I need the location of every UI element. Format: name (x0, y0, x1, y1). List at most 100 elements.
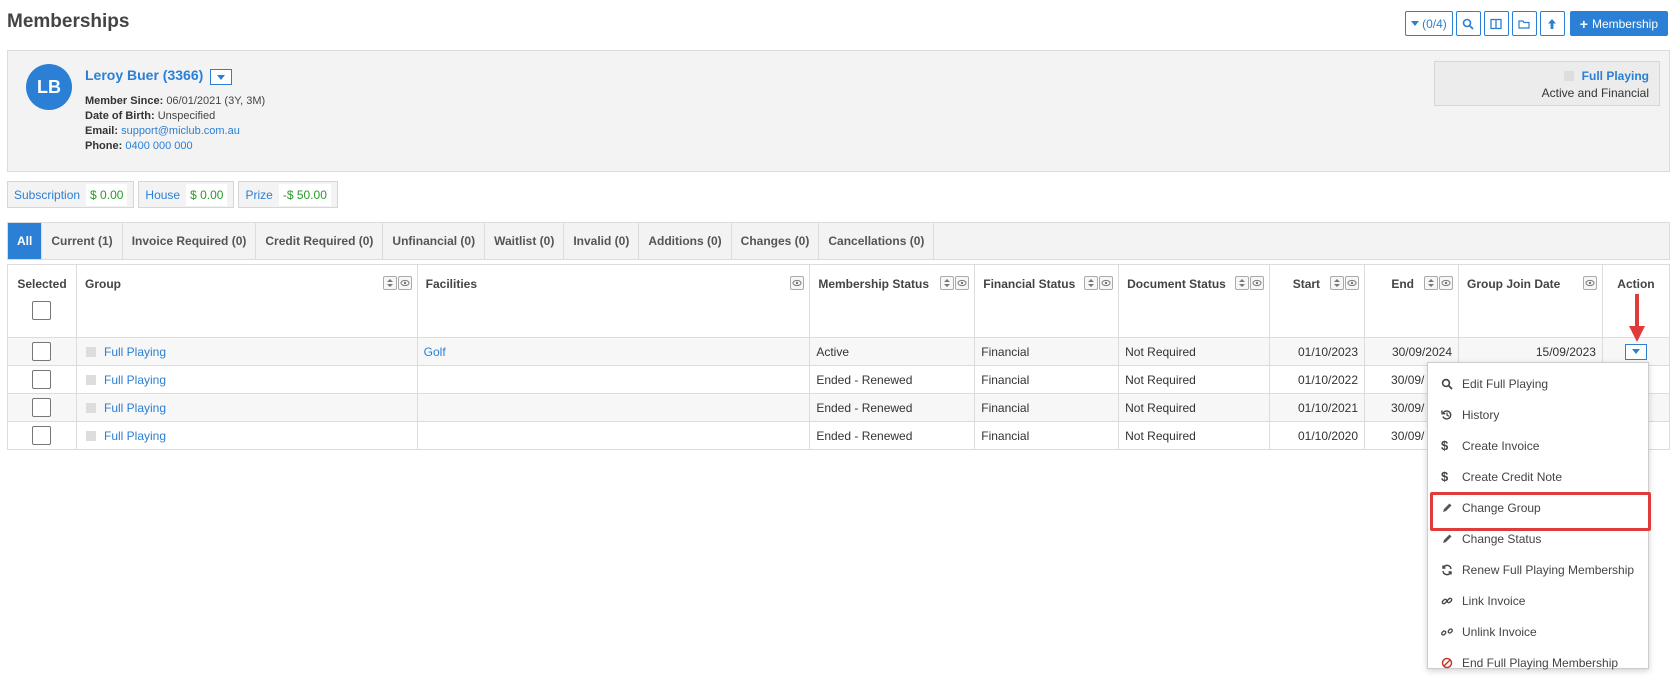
eye-icon[interactable] (1250, 276, 1265, 290)
sort-icon[interactable] (940, 276, 955, 290)
tab-credit-required[interactable]: Credit Required (0) (256, 223, 384, 259)
menu-item-unlink-invoice[interactable]: Unlink Invoice (1428, 616, 1648, 647)
group-link[interactable]: Full Playing (104, 345, 166, 359)
member-dropdown-button[interactable] (210, 69, 232, 85)
document-status-cell: Not Required (1118, 393, 1271, 422)
row-checkbox[interactable] (32, 426, 52, 445)
row-action-button[interactable] (1624, 343, 1647, 360)
tab-unfinancial[interactable]: Unfinancial (0) (383, 223, 486, 259)
document-status-cell: Not Required (1118, 337, 1271, 366)
col-membership-status[interactable]: Membership Status (809, 264, 976, 338)
arrow-up-icon (1548, 18, 1557, 29)
menu-item-label: Edit Full Playing (1462, 376, 1549, 391)
col-financial-status[interactable]: Financial Status (974, 264, 1120, 338)
financial-status-cell: Financial (974, 365, 1120, 394)
menu-item-end-membership[interactable]: End Full Playing Membership (1428, 647, 1648, 678)
add-membership-button[interactable]: + Membership (1569, 11, 1668, 36)
col-group-label: Group (84, 277, 121, 291)
tab-changes[interactable]: Changes (0) (732, 223, 820, 259)
menu-item-create-invoice[interactable]: $ Create Invoice (1428, 430, 1648, 461)
menu-item-label: Create Invoice (1462, 438, 1540, 453)
email-link[interactable]: support@miclub.com.au (121, 125, 240, 137)
menu-item-history[interactable]: History (1428, 399, 1648, 430)
start-cell: 01/10/2020 (1269, 421, 1366, 450)
menu-item-change-group[interactable]: Change Group (1428, 492, 1651, 531)
eye-icon[interactable] (1099, 276, 1114, 290)
columns-icon (1490, 18, 1502, 29)
col-group-join-date[interactable]: Group Join Date (1458, 264, 1603, 338)
plus-icon: + (1579, 15, 1588, 32)
tab-additions[interactable]: Additions (0) (639, 223, 732, 259)
financial-status-cell: Financial (974, 393, 1120, 422)
tab-all[interactable]: All (8, 223, 43, 259)
balance-subscription[interactable]: Subscription $ 0.00 (7, 181, 135, 208)
group-link[interactable]: Full Playing (104, 373, 166, 387)
dob-value: Unspecified (157, 110, 216, 122)
tab-cancellations[interactable]: Cancellations (0) (819, 223, 935, 259)
col-facilities[interactable]: Facilities (416, 264, 811, 338)
membership-status-cell: Ended - Renewed (809, 365, 976, 394)
sort-icon[interactable] (382, 276, 397, 290)
tab-current[interactable]: Current (1) (42, 223, 123, 259)
status-group-link[interactable]: Full Playing (1582, 69, 1649, 83)
sort-icon[interactable] (1084, 276, 1099, 290)
folder-button[interactable] (1511, 11, 1537, 36)
facility-cell (416, 365, 811, 394)
sort-icon[interactable] (1424, 276, 1438, 290)
membership-status-box: Full Playing Active and Financial (1434, 61, 1660, 106)
row-checkbox[interactable] (32, 398, 52, 417)
sort-icon[interactable] (1235, 276, 1250, 290)
table-row: Full Playing Golf Active Financial Not R… (7, 337, 1671, 366)
group-color-swatch (1563, 71, 1574, 81)
eye-icon[interactable] (397, 276, 412, 290)
search-icon (1462, 18, 1474, 30)
status-text: Active and Financial (1541, 86, 1649, 100)
tab-invoice-required[interactable]: Invoice Required (0) (123, 223, 257, 259)
columns-button[interactable] (1483, 11, 1509, 36)
group-link[interactable]: Full Playing (104, 429, 166, 443)
group-color-swatch (85, 430, 96, 441)
dollar-icon: $ (1441, 469, 1449, 484)
row-checkbox[interactable] (32, 342, 52, 361)
menu-item-change-status[interactable]: Change Status (1428, 523, 1648, 554)
select-all-checkbox[interactable] (32, 301, 52, 320)
search-button[interactable] (1455, 11, 1481, 36)
eye-icon[interactable] (1345, 276, 1360, 290)
menu-item-renew[interactable]: Renew Full Playing Membership (1428, 554, 1648, 585)
col-group[interactable]: Group (75, 264, 418, 338)
eye-icon[interactable] (790, 276, 805, 290)
pencil-icon (1443, 534, 1452, 543)
tab-invalid[interactable]: Invalid (0) (564, 223, 640, 259)
col-document-status[interactable]: Document Status (1118, 264, 1271, 338)
sort-icon[interactable] (1330, 276, 1345, 290)
table-row: Full Playing Ended - Renewed Financial N… (7, 421, 1671, 450)
menu-item-link-invoice[interactable]: Link Invoice (1428, 585, 1648, 616)
balance-value: $ 0.00 (86, 183, 128, 206)
menu-item-edit[interactable]: Edit Full Playing (1428, 368, 1648, 399)
caret-down-icon (1631, 349, 1640, 355)
red-arrow-indicator-icon (1629, 294, 1645, 342)
menu-item-create-credit-note[interactable]: $ Create Credit Note (1428, 461, 1648, 492)
balance-house[interactable]: House $ 0.00 (138, 181, 235, 208)
phone-label: Phone: (85, 140, 123, 152)
row-checkbox[interactable] (32, 370, 52, 389)
eye-icon[interactable] (1582, 276, 1597, 290)
col-start[interactable]: Start (1269, 264, 1366, 338)
tab-waitlist[interactable]: Waitlist (0) (485, 223, 565, 259)
group-link[interactable]: Full Playing (104, 401, 166, 415)
col-end[interactable]: End (1364, 264, 1459, 338)
menu-item-label: Renew Full Playing Membership (1462, 562, 1635, 577)
eye-icon[interactable] (955, 276, 970, 290)
eye-icon[interactable] (1439, 276, 1453, 290)
history-icon (1441, 409, 1452, 420)
menu-item-label: Change Status (1462, 531, 1542, 546)
balance-prize[interactable]: Prize -$ 50.00 (238, 181, 338, 208)
filter-label: (0/4) (1422, 16, 1447, 31)
toolbar: (0/4) + Membership (1405, 11, 1668, 36)
export-button[interactable] (1539, 11, 1565, 36)
phone-link[interactable]: 0400 000 000 (125, 140, 192, 152)
member-name-link[interactable]: Leroy Buer (3366) (85, 67, 203, 83)
facility-link[interactable]: Golf (424, 345, 446, 359)
filter-button[interactable]: (0/4) (1405, 11, 1453, 36)
member-details: Member Since: 06/01/2021 (3Y, 3M) Date o… (85, 94, 265, 154)
